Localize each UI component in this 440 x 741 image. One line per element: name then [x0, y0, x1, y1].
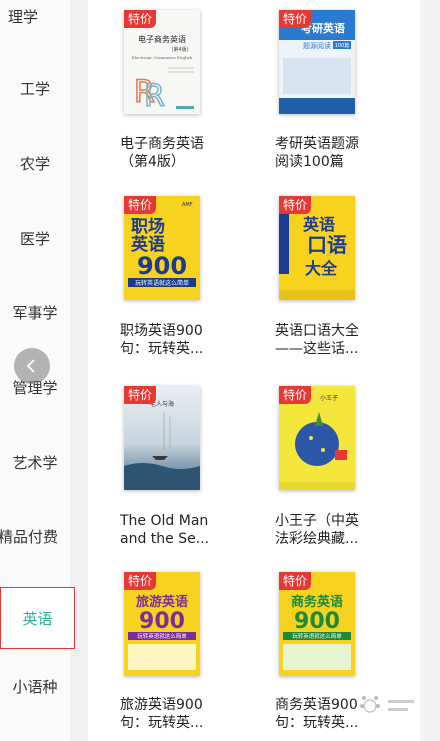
book-card[interactable]: 特价 小王子 小王子（中英 法彩绘典藏...	[243, 380, 363, 560]
svg-text:900: 900	[294, 609, 340, 634]
cover-title: 电子商务英语	[138, 34, 186, 44]
sidebar-item-minor-languages[interactable]: 小语种	[0, 666, 70, 706]
sale-badge: 特价	[279, 196, 312, 214]
sidebar-item-art[interactable]: 艺术学	[0, 442, 70, 482]
sale-badge: 特价	[124, 386, 157, 404]
book-title: 职场英语900 句：玩转英...	[120, 323, 204, 357]
book-card[interactable]: 特价 电子商务英语 (第4版) Electronic Commerce Engl…	[88, 0, 208, 180]
sale-badge: 特价	[124, 196, 157, 214]
svg-text:商务英语: 商务英语	[291, 594, 343, 610]
book-title: 考研英语题源 阅读100篇	[275, 136, 359, 170]
book-card[interactable]: 特价 老人与海 The Old Man and the Se...	[88, 380, 209, 560]
sale-badge: 特价	[124, 10, 157, 28]
svg-text:玩转英语就这么简单: 玩转英语就这么简单	[292, 632, 342, 640]
sidebar-item-medicine[interactable]: 医学	[0, 218, 70, 258]
book-title: 电子商务英语 （第4版）	[120, 136, 204, 170]
book-title: 旅游英语900 句：玩转英...	[120, 697, 204, 731]
sidebar-item-military[interactable]: 军事学	[0, 292, 70, 332]
chevron-left-icon	[26, 359, 35, 373]
sidebar-item-agriculture[interactable]: 农学	[0, 143, 70, 183]
svg-text:R: R	[144, 79, 165, 114]
sidebar-item-english[interactable]: 英语	[0, 587, 75, 649]
book-title: 英语口语大全 ——这些话...	[275, 323, 359, 357]
svg-text:AMF: AMF	[182, 202, 193, 208]
svg-text:大全: 大全	[305, 259, 338, 278]
svg-text:玩转英语就这么简单: 玩转英语就这么简单	[135, 279, 189, 287]
svg-text:职场: 职场	[131, 217, 165, 237]
book-cover[interactable]: 特价 考研英语 题源阅读 100篇	[279, 10, 355, 114]
sale-badge: 特价	[124, 572, 157, 590]
book-card[interactable]: 特价 旅游英语 900 玩转英语就这么简单 旅游英语900 句：玩转英...	[88, 570, 208, 741]
back-button[interactable]	[14, 348, 50, 384]
svg-text:口语: 口语	[307, 233, 347, 257]
book-cover[interactable]: 特价 小王子	[279, 386, 355, 490]
book-cover[interactable]: 特价 旅游英语 900 玩转英语就这么简单	[124, 572, 200, 676]
sidebar-item-premium[interactable]: 精品付费	[0, 516, 70, 556]
svg-text:100篇: 100篇	[335, 42, 350, 49]
svg-text:Electronic Commerce English: Electronic Commerce English	[132, 55, 193, 60]
book-title: 小王子（中英 法彩绘典藏...	[275, 513, 359, 547]
sale-badge: 特价	[279, 10, 312, 28]
svg-text:旅游英语: 旅游英语	[136, 594, 188, 610]
svg-text:900: 900	[139, 609, 185, 634]
book-cover[interactable]: 特价 商务英语 900 玩转英语就这么简单	[279, 572, 355, 676]
book-card[interactable]: 特价 商务英语 900 玩转英语就这么简单 商务英语900 句：玩转英...	[243, 570, 363, 741]
svg-text:900: 900	[137, 252, 187, 280]
book-cover[interactable]: 特价 老人与海	[124, 386, 200, 490]
sidebar-item-science[interactable]: 理学	[0, 0, 70, 36]
book-card[interactable]: 特价 考研英语 题源阅读 100篇 考研英语题源 阅读100篇	[243, 0, 363, 180]
book-cover[interactable]: 特价 英语 口语 大全	[279, 196, 355, 300]
sidebar-item-engineering[interactable]: 工学	[0, 68, 70, 108]
scroll-gutter	[420, 0, 440, 741]
book-card[interactable]: 特价 英语 口语 大全 英语口语大全 ——这些话...	[243, 190, 363, 370]
sale-badge: 特价	[279, 572, 312, 590]
book-grid: 特价 电子商务英语 (第4版) Electronic Commerce Engl…	[88, 0, 420, 741]
book-card[interactable]: 特价 AMF 职场 英语 900 玩转英语就这么简单 职场英语900 句：玩转英…	[88, 190, 208, 370]
svg-text:小王子: 小王子	[320, 394, 338, 402]
book-title: The Old Man and the Se...	[120, 513, 210, 547]
svg-text:英语: 英语	[302, 215, 335, 234]
svg-text:玩转英语就这么简单: 玩转英语就这么简单	[137, 632, 187, 640]
book-cover[interactable]: 特价 电子商务英语 (第4版) Electronic Commerce Engl…	[124, 10, 200, 114]
book-cover[interactable]: 特价 AMF 职场 英语 900 玩转英语就这么简单	[124, 196, 200, 300]
watermark-logo	[360, 696, 414, 713]
svg-text:题源阅读: 题源阅读	[303, 41, 331, 50]
svg-text:(第4版): (第4版)	[171, 46, 188, 53]
sale-badge: 特价	[279, 386, 312, 404]
